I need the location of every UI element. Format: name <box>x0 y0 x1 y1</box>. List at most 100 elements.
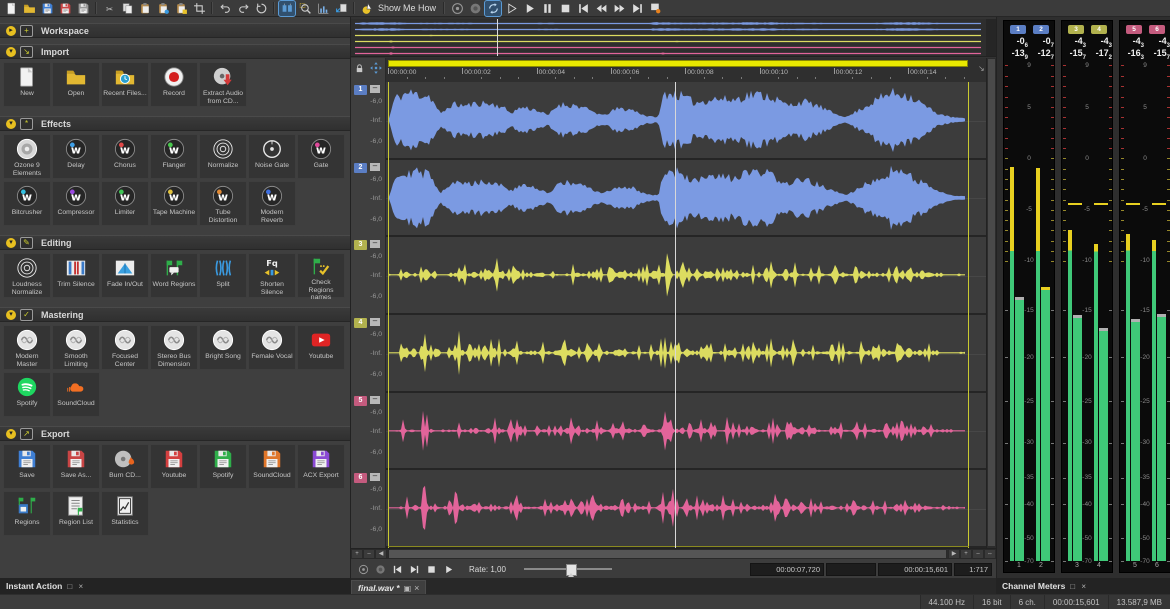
channel-4-collapse-button[interactable]: – <box>370 318 380 326</box>
waveform-channel-3[interactable] <box>386 237 986 315</box>
action-tile-soundcloud[interactable]: SoundCloud <box>248 444 296 489</box>
stop-transport-button[interactable] <box>426 564 437 575</box>
action-tile-split[interactable]: Split <box>199 253 247 298</box>
go-to-end-button[interactable] <box>629 1 645 16</box>
action-tile-noise-gate[interactable]: Noise Gate <box>248 134 296 179</box>
redo-button[interactable] <box>235 1 251 16</box>
pan-mode-icon[interactable] <box>369 61 383 75</box>
action-tile-save-as-[interactable]: Save As... <box>52 444 100 489</box>
new-button[interactable] <box>3 1 19 16</box>
action-tile-check-regions-names[interactable]: Check Regions names <box>297 253 345 298</box>
pause-button[interactable] <box>539 1 555 16</box>
fast-forward-button[interactable] <box>611 1 627 16</box>
channel-4-badge[interactable]: 4 <box>354 318 367 328</box>
waveform-channel-5[interactable] <box>386 393 986 471</box>
action-tile-bitcrusher[interactable]: wBitcrusher <box>3 181 51 226</box>
action-tile-word-regions[interactable]: Word Regions <box>150 253 198 298</box>
action-tile-tape-machine[interactable]: wTape Machine <box>150 181 198 226</box>
action-tile-compressor[interactable]: wCompressor <box>52 181 100 226</box>
channel-1-badge[interactable]: 1 <box>354 85 367 95</box>
monitor-input-button[interactable] <box>449 1 465 16</box>
record-button[interactable] <box>467 1 483 16</box>
copy-button[interactable] <box>119 1 135 16</box>
stop-button[interactable] <box>557 1 573 16</box>
instant-action-tab[interactable]: Instant Action □ × <box>0 578 351 594</box>
vscroll-thumb[interactable] <box>988 59 995 546</box>
channel-3-badge[interactable]: 3 <box>354 240 367 250</box>
action-tile-smooth-limiting[interactable]: Smooth Limiting <box>52 325 100 370</box>
action-tile-trim-silence[interactable]: Trim Silence <box>52 253 100 298</box>
file-overview-strip[interactable] <box>351 19 996 57</box>
section-header-mastering[interactable]: ▾✓Mastering <box>0 307 350 322</box>
channel-5-collapse-button[interactable]: – <box>370 396 380 404</box>
instant-action-close-icon[interactable]: × <box>78 582 85 591</box>
zoom-selection-button[interactable] <box>297 1 313 16</box>
action-tile-acx-export[interactable]: ACX Export <box>297 444 345 489</box>
waveform-channel-6[interactable] <box>386 470 986 548</box>
channel-2-collapse-button[interactable]: – <box>370 163 380 171</box>
channel-levels-button[interactable] <box>279 1 295 16</box>
action-tile-chorus[interactable]: wChorus <box>101 134 149 179</box>
channel-3-collapse-button[interactable]: – <box>370 240 380 248</box>
action-tile-normalize[interactable]: Normalize <box>199 134 247 179</box>
save-button[interactable] <box>39 1 55 16</box>
action-tile-new[interactable]: New <box>3 62 51 107</box>
section-header-workspace[interactable]: ▸+Workspace <box>0 23 350 38</box>
play-transport-button[interactable] <box>443 564 454 575</box>
action-tile-region-list[interactable]: Region List <box>52 491 100 536</box>
channel-5-badge[interactable]: 5 <box>354 396 367 406</box>
action-tile-record[interactable]: Record <box>150 62 198 107</box>
waveform-channel-1[interactable] <box>386 82 986 160</box>
action-tile-gate[interactable]: wGate <box>297 134 345 179</box>
action-tile-youtube[interactable]: Youtube <box>150 444 198 489</box>
channel-meters-close-icon[interactable]: × <box>1081 582 1088 591</box>
tab-close-icon[interactable]: × <box>414 583 419 593</box>
action-tile-youtube[interactable]: Youtube <box>297 325 345 370</box>
action-tile-loudness-normalize[interactable]: Loudness Normalize <box>3 253 51 298</box>
channel-meters-float-icon[interactable]: □ <box>1070 582 1077 591</box>
instant-action-float-icon[interactable]: □ <box>67 582 74 591</box>
action-tile-recent-files-[interactable]: Recent Files... <box>101 62 149 107</box>
action-tile-fade-in-out[interactable]: Fade In/Out <box>101 253 149 298</box>
action-tile-stereo-bus-dimension[interactable]: Stereo Bus Dimension <box>150 325 198 370</box>
rate-slider[interactable] <box>524 563 612 575</box>
chevron-down-icon[interactable]: ▾ <box>6 47 16 57</box>
action-tile-limiter[interactable]: wLimiter <box>101 181 149 226</box>
chevron-down-icon[interactable]: ▾ <box>6 238 16 248</box>
action-tile-focused-center[interactable]: Focused Center <box>101 325 149 370</box>
section-header-effects[interactable]: ▾*Effects <box>0 116 350 131</box>
action-tile-modern-master[interactable]: Modern Master <box>3 325 51 370</box>
action-tile-spotify[interactable]: Spotify <box>3 372 51 417</box>
channel-1-collapse-button[interactable]: – <box>370 85 380 93</box>
channel-meters-tab[interactable]: Channel Meters □ × <box>996 578 1170 594</box>
section-header-editing[interactable]: ▾✎Editing <box>0 235 350 250</box>
action-tile-regions[interactable]: Regions <box>3 491 51 536</box>
action-tile-bright-song[interactable]: Bright Song <box>199 325 247 370</box>
drop-marker-button[interactable] <box>647 1 663 16</box>
cut-button[interactable]: ✂ <box>101 1 117 16</box>
waveform-channel-4[interactable] <box>386 315 986 393</box>
section-header-import[interactable]: ▾↘Import <box>0 44 350 59</box>
loop-playback-button[interactable] <box>485 1 501 16</box>
save-as-button[interactable] <box>57 1 73 16</box>
timeline-ruler[interactable]: 00:00:0000:00:0200:00:0400:00:0600:00:08… <box>386 58 986 83</box>
action-tile-tube-distortion[interactable]: wTube Distortion <box>199 181 247 226</box>
channel-2-badge[interactable]: 2 <box>354 163 367 173</box>
action-tile-save[interactable]: Save <box>3 444 51 489</box>
waveform-area[interactable] <box>386 82 986 548</box>
chevron-down-icon[interactable]: ▾ <box>6 429 16 439</box>
go-end-transport-button[interactable] <box>409 564 420 575</box>
action-tile-delay[interactable]: wDelay <box>52 134 100 179</box>
play-button[interactable] <box>521 1 537 16</box>
go-start-transport-button[interactable] <box>392 564 403 575</box>
action-tile-modern-reverb[interactable]: wModern Reverb <box>248 181 296 226</box>
lock-icon[interactable] <box>354 63 365 74</box>
tab-float-icon[interactable]: ▣ <box>404 584 412 593</box>
action-tile-shorten-silence[interactable]: FqShorten Silence <box>248 253 296 298</box>
chevron-right-icon[interactable]: ▸ <box>6 26 16 36</box>
paste-special-button[interactable] <box>155 1 171 16</box>
rewind-button[interactable] <box>593 1 609 16</box>
waveform-channel-2[interactable] <box>386 160 986 238</box>
undo-button[interactable] <box>217 1 233 16</box>
action-tile-flanger[interactable]: wFlanger <box>150 134 198 179</box>
